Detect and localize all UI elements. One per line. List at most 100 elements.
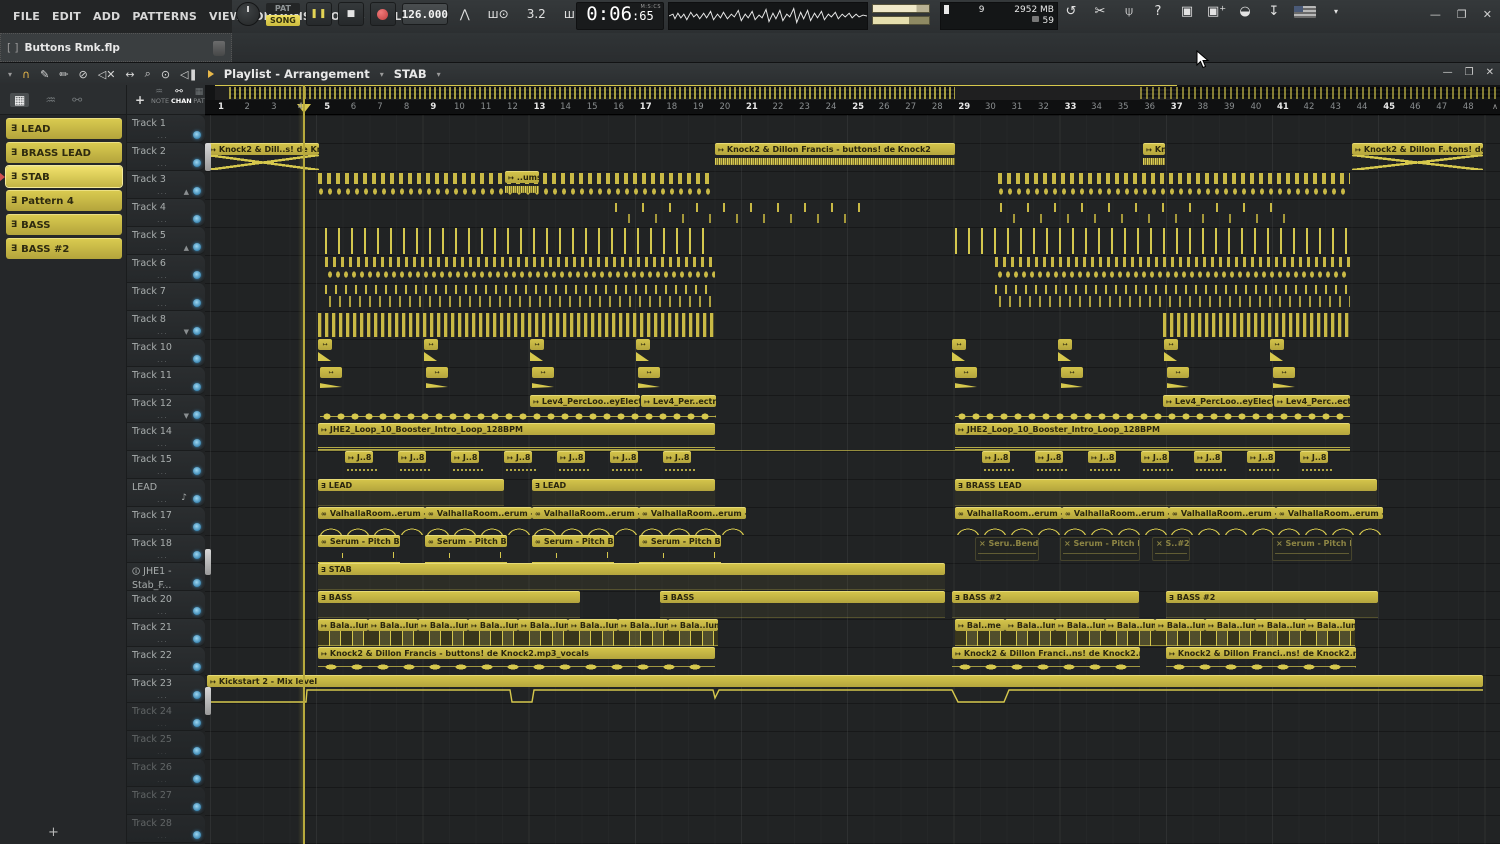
muted-automation-clip[interactable]: × Seru..Bend [975,537,1039,561]
playlist-magnet-icon[interactable]: ∩ [22,68,30,81]
clip-name-bar[interactable]: ↦ JHE2_Loop_10_Booster_Intro_Loop_128BPM [318,423,715,435]
clip-name-bar[interactable]: ↦Bala..lume [518,619,568,631]
mini-clip[interactable]: ↦ J..8 [1088,451,1120,479]
draw-tool-icon[interactable]: ✎ [40,68,49,81]
mini-clip[interactable]: ↦ [1164,339,1180,367]
track-options[interactable]: ... [157,635,168,644]
mini-clip-head[interactable]: ↦ [426,367,448,378]
track-header-track-21[interactable]: Track 21... [127,619,205,647]
audio-clip[interactable]: ↦Knock2 & Dillon F..tons! de Knock2 [1352,143,1483,171]
clip-name-bar[interactable]: ↦Bala..lume [368,619,418,631]
pattern-item-bass[interactable]: ∃ BASS [6,214,122,235]
clip-texture-drums2[interactable] [325,256,715,282]
track-led[interactable] [193,187,201,195]
mini-clip[interactable]: ↦ J..8 [663,451,695,479]
add-track-button[interactable]: + [135,93,145,107]
clip-name-bar[interactable]: ↦Lev4_PercLoo..eyElectronic [530,395,640,407]
track-options[interactable]: ... [157,663,168,672]
audio-clip[interactable]: ↦ JHE2_Loop_10_Booster_Intro_Loop_128BPM [955,423,1350,451]
play-pause-button[interactable]: ❚❚ [305,2,332,26]
track-options[interactable]: ... [157,831,168,840]
mini-clip[interactable]: ↦ [320,367,344,395]
track-led[interactable] [193,299,201,307]
clip-name-bar[interactable]: ↦Bala..lume [1005,619,1055,631]
track-scroll-handle[interactable] [205,687,211,715]
muted-automation-clip[interactable]: × S..#2 [1152,537,1190,561]
mini-clip-head[interactable]: ↦ [1270,339,1284,350]
clip-name-bar[interactable]: ∃ BASS #2 [952,591,1139,603]
mini-clip[interactable]: ↦ J..8 [1247,451,1279,479]
clip-name-bar[interactable]: ∞ValhallaRoom..erum - mix [318,507,425,519]
track-header-track-5[interactable]: Track 5... ▲ [127,227,205,255]
track-led[interactable] [193,355,201,363]
slip-tool-icon[interactable]: ↔ [125,68,134,81]
clip-name-bar[interactable]: ↦ JHE2_Loop_10_Booster_Intro_Loop_128BPM [955,423,1350,435]
mini-clip-head[interactable]: ↦ J..8 [1035,451,1063,463]
automation-clip[interactable]: ↦Bala..lume [1055,619,1105,647]
clip-name-bar[interactable]: ∃ BASS #2 [1166,591,1378,603]
track-header-track-26[interactable]: Track 26... [127,759,205,787]
automation-clip[interactable]: ∞Serum - Pitch Bend [425,535,507,563]
track-header-track-14[interactable]: Track 14... [127,423,205,451]
track-options[interactable]: ... [157,327,168,336]
metronome-icon[interactable]: ⋀ [454,7,476,21]
audio-mode-icon[interactable]: ♒ [45,93,56,107]
automation-clip[interactable]: ↦Bala..lume [1105,619,1155,647]
mini-clip-head[interactable]: ↦ J..8 [610,451,638,463]
audio-clip[interactable]: ↦Lev4_Perc..ectronic [1274,395,1350,423]
microphone-icon[interactable]: ⍦ [1120,4,1138,19]
track-led[interactable] [193,719,201,727]
playlist-minimize-button[interactable]: — [1443,67,1453,78]
mini-clip-head[interactable]: ↦ [318,339,332,350]
save-icon[interactable]: ▣ [1178,4,1196,19]
track-led[interactable] [193,495,201,503]
automation-clip[interactable]: ↦Bala..lume [618,619,668,647]
clip-name-bar[interactable]: ↦Bala..lume [668,619,718,631]
clip-name-bar[interactable]: ↦Lev4_PercLoo..eyElectronic [1163,395,1273,407]
clip-name-bar[interactable]: ∞Serum - Pitch Bend [532,535,614,547]
pattern-item-pattern-4[interactable]: ∃ Pattern 4 [6,190,122,211]
automation-clip[interactable]: ∞ValhallaRoom..erum - mix [1276,507,1383,535]
track-led[interactable] [193,439,201,447]
mini-clip[interactable]: ↦ [1273,367,1297,395]
automation-clip[interactable]: ↦Bala..lume [1005,619,1055,647]
clip-name-bar[interactable]: ↦Kn [1143,143,1165,155]
mini-clip-head[interactable]: ↦ [424,339,438,350]
cut-icon[interactable]: ✂ [1091,4,1109,19]
mini-clip-head[interactable]: ↦ J..8 [345,451,373,463]
mini-clip[interactable]: ↦ [426,367,450,395]
track-led[interactable] [193,215,201,223]
track-options[interactable]: ... [157,719,168,728]
stop-button[interactable]: ■ [337,2,364,26]
track-led[interactable] [193,271,201,279]
clip-name-bar[interactable]: ∞ValhallaRoom..erum - mix [532,507,639,519]
ruler-scroll-icon[interactable]: ∧ [1492,102,1498,111]
clip-name-bar[interactable]: ∞Serum - Pitch Bend [318,535,400,547]
undo-icon[interactable]: ↺ [1062,4,1080,19]
playlist-close-button[interactable]: ✕ [1486,67,1494,78]
mini-clip[interactable]: ↦ [1058,339,1074,367]
clip-texture-flags[interactable] [325,284,715,310]
track-options[interactable]: ... [157,551,168,560]
track-options[interactable]: ... [157,131,168,140]
mini-clip-head[interactable]: ↦ J..8 [1088,451,1116,463]
track-led[interactable] [193,775,201,783]
mini-clip-head[interactable]: ↦ [530,339,544,350]
track-options[interactable]: ... [157,691,168,700]
track-header-track-25[interactable]: Track 25... [127,731,205,759]
pattern-dropdown-icon[interactable]: ▾ [437,70,441,79]
track-led[interactable] [193,131,201,139]
select-tool-icon[interactable]: ⌕ [145,67,151,81]
mini-clip-head[interactable]: ↦ J..8 [982,451,1010,463]
zoom-tool-icon[interactable]: ⊙ [161,68,170,81]
mini-clip[interactable]: ↦ [1061,367,1085,395]
track-led[interactable] [193,831,201,839]
clip-name-bar[interactable]: ∞ValhallaRoom..erum - mix [955,507,1062,519]
track-led[interactable] [193,691,201,699]
clip-name-bar[interactable]: ↦Bala..lume [1105,619,1155,631]
mini-clip[interactable]: ↦ J..8 [610,451,642,479]
automation-clip[interactable]: ∞ValhallaRoom..erum - mix [639,507,746,535]
time-display[interactable]: M:S:CS 0:06:65 [576,2,664,30]
clip-name-bar[interactable]: ↦..ums [505,171,539,183]
automation-clip[interactable]: ↦Bala..lume [318,619,368,647]
